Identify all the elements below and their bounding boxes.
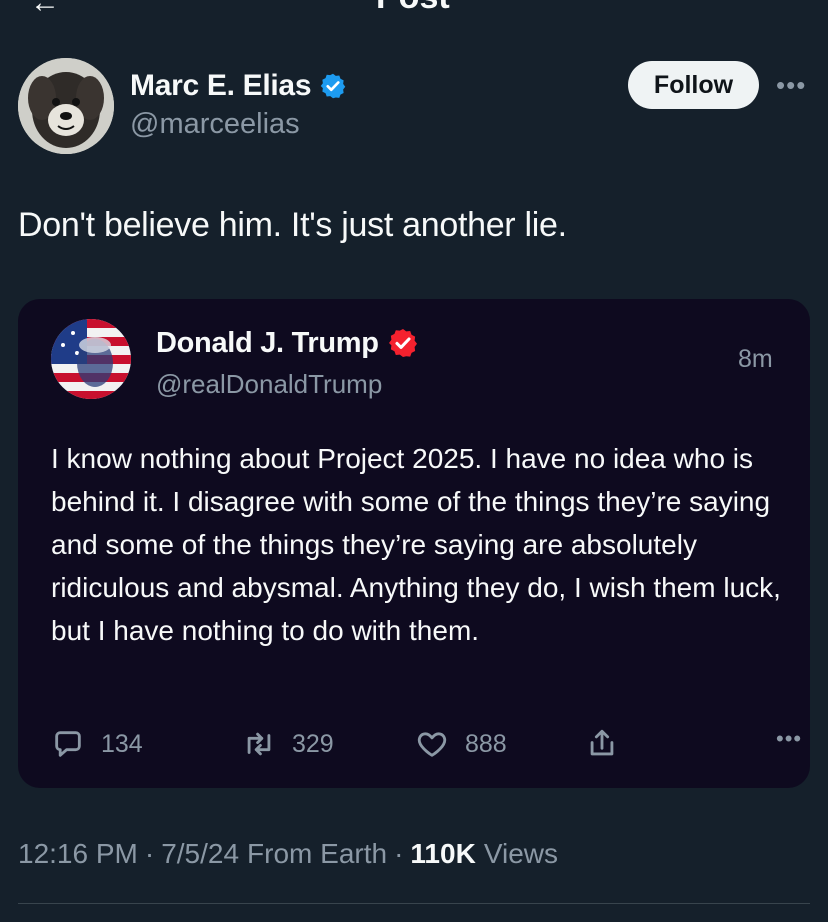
post-date[interactable]: 7/5/24 <box>161 838 239 870</box>
top-bar: ← Post <box>0 0 828 12</box>
reply-button[interactable]: 134 <box>51 724 143 764</box>
quoted-post-text: I know nothing about Project 2025. I hav… <box>51 443 781 646</box>
page-title: Post <box>376 0 450 12</box>
separator-dot: · <box>394 838 404 869</box>
more-options-icon[interactable]: ••• <box>776 70 806 101</box>
verified-badge-icon <box>388 329 417 357</box>
like-button[interactable]: 888 <box>415 724 507 764</box>
post-meta: 12:16 PM · 7/5/24 From Earth · 110K View… <box>18 838 558 870</box>
author-name-row[interactable]: Marc E. Elias <box>130 66 347 106</box>
post-time[interactable]: 12:16 PM <box>18 838 138 870</box>
reply-icon <box>55 731 81 757</box>
quoted-name-row[interactable]: Donald J. Trump <box>156 323 419 363</box>
quoted-avatar[interactable] <box>51 319 131 399</box>
avatar[interactable] <box>18 58 114 154</box>
post-location: From Earth <box>247 838 388 869</box>
repost-count: 329 <box>292 729 334 758</box>
reply-count: 134 <box>101 729 143 758</box>
heart-icon <box>417 732 447 757</box>
repost-button[interactable]: 329 <box>242 724 334 764</box>
quoted-post-card[interactable]: Donald J. Trump @realDonaldTrump 8m I kn… <box>18 299 810 788</box>
quoted-timestamp[interactable]: 8m <box>738 345 773 374</box>
views-count: 110K <box>410 838 476 869</box>
like-count: 888 <box>465 729 507 758</box>
quoted-actions: 134 329 888 ••• <box>51 724 801 764</box>
share-button[interactable] <box>585 724 619 764</box>
quoted-author-name[interactable]: Donald J. Trump <box>156 327 379 360</box>
quoted-author-handle[interactable]: @realDonaldTrump <box>156 369 382 400</box>
repost-icon <box>247 732 271 756</box>
separator-dot: · <box>144 838 155 869</box>
arrow-left-icon[interactable]: ← <box>30 0 60 12</box>
author-name[interactable]: Marc E. Elias <box>130 69 312 103</box>
more-options-icon[interactable]: ••• <box>776 726 802 752</box>
verified-badge-icon <box>320 73 346 99</box>
share-icon <box>590 729 614 756</box>
divider <box>18 903 810 904</box>
post-text: Don't believe him. It's just another lie… <box>18 206 567 244</box>
follow-button[interactable]: Follow <box>628 61 759 109</box>
views-label: Views <box>483 838 558 869</box>
author-handle[interactable]: @marceelias <box>130 108 300 141</box>
